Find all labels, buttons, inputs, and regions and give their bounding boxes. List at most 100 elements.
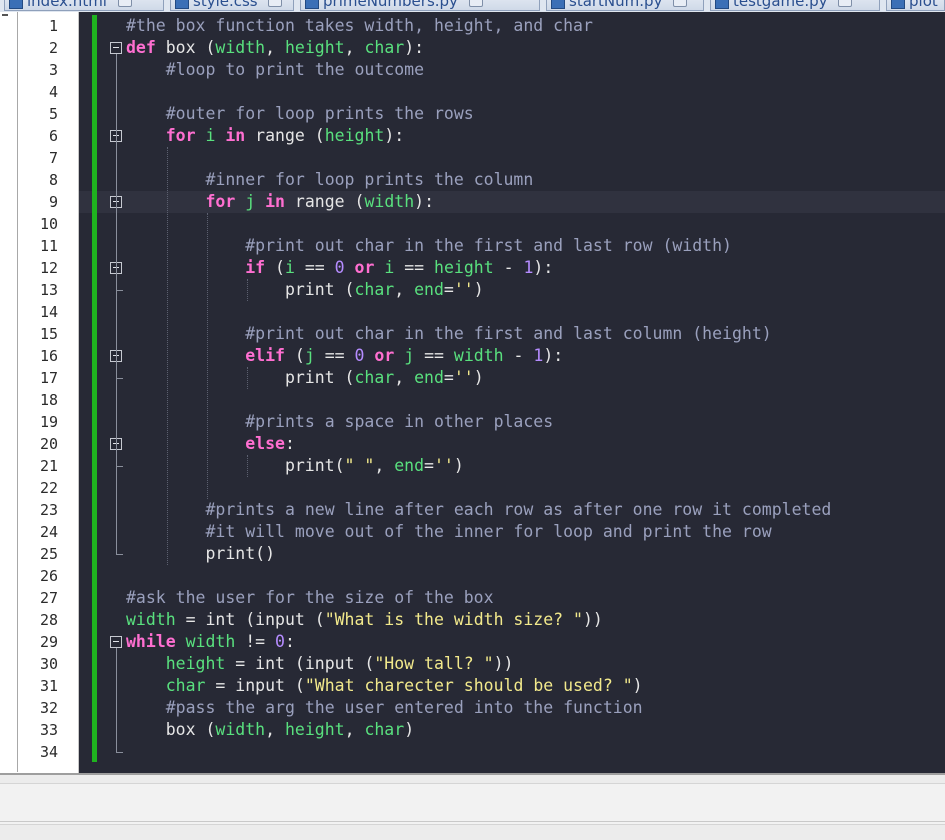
tab-plot[interactable]: plot (886, 0, 945, 11)
close-icon[interactable] (268, 0, 283, 7)
code-line[interactable]: #print out char in the first and last co… (126, 323, 772, 345)
code-token: )) (493, 654, 514, 673)
line-number: 28 (39, 611, 58, 629)
code-token: ) (404, 720, 415, 739)
code-line[interactable]: #outer for loop prints the rows (126, 103, 474, 125)
code-editor[interactable]: 1 2 3 4 5 6 7 8 9 10 11 12 13 14 15 16 17 18 19 20 21 22 23 24 2… (18, 12, 945, 773)
line-number: 10 (39, 215, 58, 233)
code-line[interactable]: box (width, height, char) (126, 719, 414, 741)
line-number: 9 (48, 193, 58, 211)
line-number: 5 (48, 105, 58, 123)
code-token: width (215, 720, 266, 739)
status-divider (0, 821, 945, 822)
code-token: char (165, 676, 206, 695)
code-line[interactable]: if (i == 0 or i == height - 1): (126, 257, 553, 279)
code-line[interactable]: while width != 0: (126, 631, 295, 653)
code-line[interactable]: print() (126, 543, 275, 565)
line-number: 1 (48, 17, 58, 35)
fold-minus-icon[interactable] (110, 42, 122, 54)
tab-style-css[interactable]: style.css (170, 0, 294, 11)
tab-testgame-py[interactable]: testgame.py (710, 0, 880, 11)
code-token: )) (582, 610, 603, 629)
tab-label: style.css (193, 0, 258, 10)
code-token: width (185, 632, 236, 651)
code-line[interactable]: #prints a space in other places (126, 411, 553, 433)
line-number: 22 (39, 479, 58, 497)
code-token: '' (453, 280, 474, 299)
code-token: box ( (126, 720, 216, 739)
code-token: end (394, 456, 425, 475)
code-token: char (354, 368, 395, 387)
line-number: 15 (39, 325, 58, 343)
code-line[interactable]: #inner for loop prints the column (126, 169, 533, 191)
line-number: 12 (39, 259, 58, 277)
code-line[interactable]: print (char, end='') (126, 367, 484, 389)
code-line[interactable]: elif (j == 0 or j == width - 1): (126, 345, 563, 367)
code-token: end (414, 280, 444, 299)
tab-startnum-py[interactable]: startNum.py (546, 0, 704, 11)
line-number: 7 (48, 149, 58, 167)
line-number: 19 (39, 413, 58, 431)
line-number: 11 (39, 237, 58, 255)
code-line[interactable]: for j in range (width): (126, 191, 434, 213)
line-number: 20 (39, 435, 58, 453)
tab-label: startNum.py (569, 0, 663, 10)
code-line[interactable]: print(" ", end='') (126, 455, 464, 477)
code-line[interactable]: #prints a new line after each row as aft… (126, 499, 831, 521)
code-token: #print out char in the first and last ro… (245, 236, 732, 255)
code-token: 1 (533, 346, 544, 365)
code-token: for (205, 192, 236, 211)
close-icon[interactable] (117, 0, 132, 7)
close-icon[interactable] (468, 0, 483, 7)
python-file-icon (891, 0, 905, 9)
change-history-bar (92, 15, 97, 762)
code-token: height (284, 720, 345, 739)
code-token: def (126, 38, 156, 57)
tab-primenumbers-py[interactable]: primeNumbers.py (300, 0, 540, 11)
line-number: 6 (48, 127, 58, 145)
code-token: == (294, 258, 335, 277)
fold-minus-icon[interactable] (110, 636, 122, 648)
code-line[interactable]: #loop to print the outcome (126, 59, 424, 81)
code-line[interactable]: else: (126, 433, 295, 455)
code-line[interactable]: #the box function takes width, height, a… (126, 15, 593, 37)
code-token: i (384, 258, 395, 277)
code-token: end (414, 368, 444, 387)
code-token: print( (126, 456, 345, 475)
code-token: height (165, 654, 226, 673)
code-line[interactable]: print (char, end='') (126, 279, 484, 301)
css-file-icon (175, 0, 189, 9)
line-number: 29 (39, 633, 58, 651)
code-token: width (453, 346, 504, 365)
code-token: #print out char in the first and last co… (245, 324, 772, 343)
code-token: width (364, 192, 415, 211)
close-icon[interactable] (673, 0, 688, 7)
code-line[interactable]: for i in range (height): (126, 125, 404, 147)
code-token: char (364, 720, 405, 739)
code-line[interactable]: height = int (input ("How tall? ")) (126, 653, 514, 675)
code-token: , (265, 720, 285, 739)
code-line[interactable]: #it will move out of the inner for loop … (126, 521, 771, 543)
code-line[interactable]: width = int (input ("What is the width s… (126, 609, 603, 631)
code-line[interactable]: #ask the user for the size of the box (126, 587, 494, 609)
code-token: ( (265, 258, 285, 277)
fold-range-end (116, 466, 123, 467)
code-line[interactable]: def box (width, height, char): (126, 37, 424, 59)
code-line[interactable]: #print out char in the first and last ro… (126, 235, 732, 257)
code-token: for (165, 126, 196, 145)
code-line[interactable]: char = input ("What charecter should be … (126, 675, 643, 697)
close-icon[interactable] (838, 0, 853, 7)
code-token: print ( (126, 280, 355, 299)
tab-index-html[interactable]: index.html (4, 0, 164, 11)
code-token: - (493, 258, 524, 277)
code-line[interactable]: #pass the arg the user entered into the … (126, 697, 643, 719)
